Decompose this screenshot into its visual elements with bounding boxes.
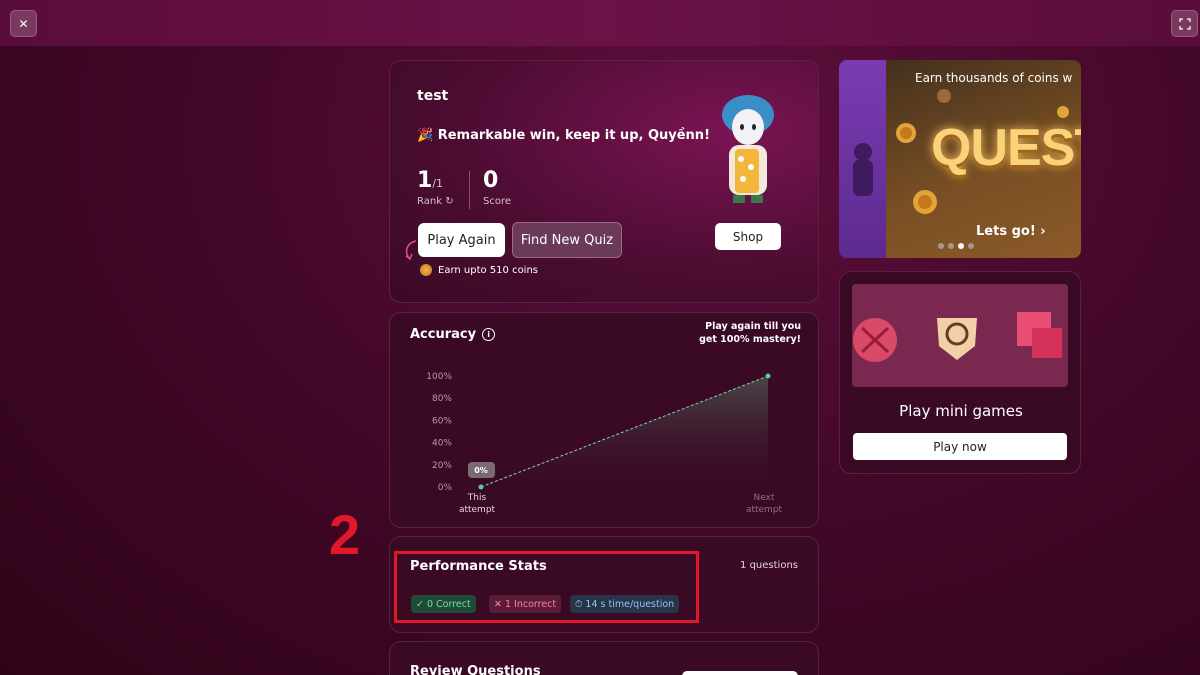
info-icon[interactable]: i: [482, 328, 496, 341]
carousel-dot[interactable]: [968, 243, 974, 249]
accuracy-title: Accuracy i: [410, 327, 496, 342]
step-number: 2: [329, 503, 361, 566]
play-now-button[interactable]: Play now: [853, 433, 1067, 460]
review-title: Review Questions: [410, 664, 541, 675]
mini-games-illustration: [852, 284, 1068, 387]
close-button[interactable]: ✕: [10, 10, 37, 37]
coin-icon: [420, 264, 432, 276]
y-tick-label: 0%: [438, 483, 453, 493]
play-again-button[interactable]: Play Again: [418, 223, 505, 257]
fullscreen-button[interactable]: [1171, 10, 1198, 37]
carousel-dot[interactable]: [948, 243, 954, 249]
accuracy-card: 100% 80% 60% 40% 20% 0% 0% This attempt Next attem…: [389, 312, 819, 528]
chevron-right-icon: ›: [1040, 224, 1046, 239]
carousel-dots: [938, 243, 974, 249]
rank-label: Rank ↻: [417, 196, 454, 207]
accuracy-note: Play again till you get 100% mastery!: [699, 321, 801, 345]
x-tick-label: attempt: [459, 505, 496, 515]
y-tick-label: 40%: [432, 439, 452, 449]
find-new-quiz-button[interactable]: Find New Quiz: [512, 222, 622, 258]
top-bar: [0, 0, 1200, 46]
carousel-dot[interactable]: [938, 243, 944, 249]
x-tick-label: attempt: [746, 505, 783, 515]
win-message: 🎉 Remarkable win, keep it up, Quyềnn!: [417, 128, 710, 143]
fullscreen-icon: [1178, 17, 1191, 30]
divider: [469, 171, 470, 209]
y-tick-label: 100%: [426, 372, 452, 382]
shop-button[interactable]: Shop: [715, 223, 781, 250]
mini-games-card: Play mini games Play now: [839, 271, 1081, 474]
point-label: 0%: [474, 466, 488, 475]
highlight-box: [394, 551, 699, 623]
quests-banner[interactable]: Earn thousands of coins w QUESTS Lets go…: [839, 60, 1081, 258]
y-tick-label: 80%: [432, 394, 452, 404]
close-icon: ✕: [18, 16, 29, 31]
x-tick-label: This: [467, 493, 487, 503]
earn-coins-row: Earn upto 510 coins: [420, 264, 538, 276]
quiz-title: test: [417, 88, 449, 104]
quests-cta[interactable]: Lets go! ›: [976, 224, 1046, 239]
y-tick-label: 60%: [432, 416, 452, 426]
quests-logo: QUESTS: [931, 119, 1081, 177]
y-tick-label: 20%: [432, 461, 452, 471]
carousel-dot-active[interactable]: [958, 243, 964, 249]
score-label: Score: [483, 196, 512, 207]
accuracy-point: [478, 484, 484, 490]
avatar-illustration: [722, 95, 774, 203]
score-value: 0: [483, 168, 499, 193]
accuracy-point: [765, 373, 771, 379]
review-card: Review Questions: [389, 641, 819, 675]
result-card: test 🎉 Remarkable win, keep it up, Quyền…: [389, 60, 819, 303]
rank-value: 1/1: [417, 168, 444, 193]
mini-games-title: Play mini games: [899, 402, 1023, 420]
refresh-icon: ↻: [445, 196, 454, 207]
question-count: 1 questions: [740, 560, 798, 571]
x-tick-label: Next: [754, 493, 775, 503]
review-button[interactable]: [682, 671, 798, 675]
